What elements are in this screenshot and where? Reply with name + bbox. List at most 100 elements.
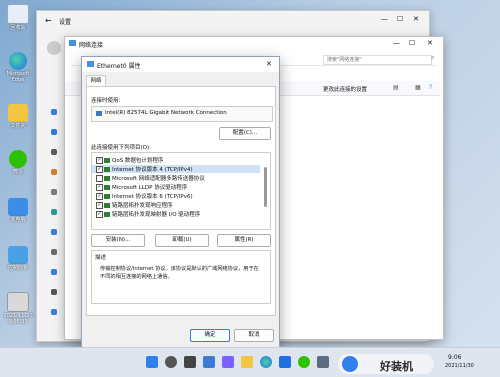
adapter-icon	[96, 111, 102, 116]
image-file-icon	[7, 292, 29, 312]
list-item[interactable]: ✓ Internet 协议版本 4 (TCP/IPv4)	[92, 165, 260, 173]
watermark-logo-icon	[342, 356, 358, 372]
minimize-button[interactable]: —	[381, 15, 388, 23]
sidebar-icon-bluetooth[interactable]	[51, 129, 57, 135]
dialog-close-button[interactable]: ✕	[266, 60, 272, 68]
component-icon	[104, 212, 110, 217]
back-icon[interactable]: ←	[45, 16, 52, 25]
uninstall-button[interactable]: 卸载(U)	[155, 234, 209, 247]
checkbox[interactable]: ✓	[96, 166, 103, 173]
desktop-icon-edge[interactable]: Microsoft Edge	[2, 52, 34, 83]
layout-icon[interactable]: ▦	[415, 84, 421, 91]
sidebar-icon-personalization[interactable]	[51, 169, 57, 175]
connect-using-label: 连接时使用:	[91, 98, 121, 104]
view-options-icon[interactable]: ▤	[393, 84, 399, 91]
ok-button[interactable]: 确定	[190, 329, 230, 342]
computer-icon	[8, 198, 28, 216]
install-button[interactable]: 安装(N)...	[91, 234, 145, 247]
description-group: 描述 传输控制协议/Internet 协议。该协议是默认的广域网络协议，用于在不…	[91, 250, 271, 304]
sidebar-icon-accessibility[interactable]	[51, 269, 57, 275]
adapter-name: Intel(R) 82574L Gigabit Network Connecti…	[105, 110, 227, 116]
chat-icon[interactable]	[222, 356, 234, 368]
component-icon	[104, 158, 110, 163]
sidebar-icon-apps[interactable]	[51, 189, 57, 195]
control-panel-icon	[8, 246, 28, 264]
desktop-icon-recycle-bin[interactable]: 回收站	[2, 4, 34, 31]
watermark-text: 好装机	[380, 360, 413, 373]
list-item[interactable]: ✓ Internet 协议版本 6 (TCP/IPv6)	[92, 192, 260, 200]
edge-icon	[9, 52, 27, 70]
store-icon[interactable]	[279, 356, 291, 368]
components-list: ✓ QoS 数据包计划程序 ✓ Internet 协议版本 4 (TCP/IPv…	[91, 152, 271, 230]
wechat-icon[interactable]	[298, 356, 310, 368]
checkbox[interactable]: ✓	[96, 202, 103, 209]
dialog-title: Ethernet0 属性	[97, 63, 141, 70]
list-item[interactable]: ✓ QoS 数据包计划程序	[92, 156, 260, 164]
close-button[interactable]: ✕	[427, 39, 433, 47]
task-view-icon[interactable]	[184, 356, 196, 368]
desktop-icon-this-pc[interactable]: 此电脑	[2, 198, 34, 223]
checkbox[interactable]: ✓	[96, 184, 103, 191]
checkbox[interactable]	[96, 175, 103, 182]
search-input[interactable]: 搜索"网络连接"	[323, 55, 432, 65]
edge-icon[interactable]	[260, 356, 272, 368]
sidebar-icon-time[interactable]	[51, 229, 57, 235]
checkbox[interactable]: ✓	[96, 157, 103, 164]
sidebar-icon-system[interactable]	[51, 109, 57, 115]
netconn-title: 网络连接	[79, 42, 104, 49]
component-icon	[104, 185, 110, 190]
search-icon[interactable]	[165, 356, 177, 368]
tab-panel: 连接时使用: Intel(R) 82574L Gigabit Network C…	[86, 86, 276, 316]
list-item[interactable]: ✓ 链路层拓扑发现响应程序	[92, 201, 260, 209]
wechat-icon	[9, 150, 27, 168]
description-text: 传输控制协议/Internet 协议。该协议是默认的广域网络协议，用于在不同的相…	[100, 266, 259, 280]
configure-button[interactable]: 配置(C)...	[219, 127, 271, 140]
list-item[interactable]: ✓ Microsoft LLDP 协议驱动程序	[92, 183, 260, 191]
clock-date: 2021/11/30	[445, 363, 474, 369]
file-explorer-icon[interactable]	[241, 356, 253, 368]
sidebar-icon-gaming[interactable]	[51, 249, 57, 255]
adapter-field: Intel(R) 82574L Gigabit Network Connecti…	[91, 106, 273, 122]
description-label: 描述	[95, 255, 107, 261]
desktop-icon-control-panel[interactable]: 控制面板	[2, 246, 34, 271]
component-icon	[104, 194, 110, 199]
watermark: 好装机	[338, 354, 434, 374]
checkbox[interactable]: ✓	[96, 193, 103, 200]
settings-title: 设置	[59, 19, 72, 26]
netconn-titlebar: 网络连接 — ☐ ✕	[65, 37, 441, 51]
desktop-icon-wechat[interactable]: 微信	[2, 150, 34, 175]
desktop-icon-screenshot[interactable]: 2021-11-30 9:06:39	[2, 292, 34, 325]
component-icon	[104, 167, 110, 172]
help-icon[interactable]: ?	[429, 84, 432, 91]
sidebar-icon-network[interactable]	[51, 149, 57, 155]
avatar[interactable]	[47, 41, 61, 55]
change-settings-command[interactable]: 更改此连接的设置	[323, 85, 367, 93]
list-item[interactable]: Microsoft 网络适配器多路传送器协议	[92, 174, 260, 182]
properties-button[interactable]: 属性(R)	[217, 234, 271, 247]
maximize-button[interactable]: ☐	[409, 39, 415, 47]
checkbox[interactable]: ✓	[96, 211, 103, 218]
minimize-button[interactable]: —	[393, 39, 400, 47]
widgets-icon[interactable]	[203, 356, 215, 368]
sidebar-icon-update[interactable]	[51, 309, 57, 315]
cancel-button[interactable]: 取消	[234, 329, 274, 342]
sidebar-icon-accounts[interactable]	[51, 209, 57, 215]
taskbar: 好装机 9:06 2021/11/30	[0, 347, 500, 377]
dialog-titlebar: Ethernet0 属性 ✕	[82, 57, 279, 72]
search-icon[interactable]: ⌕	[431, 54, 434, 62]
control-panel-icon[interactable]	[317, 356, 329, 368]
ethernet-properties-dialog: Ethernet0 属性 ✕ 网络 连接时使用: Intel(R) 82574L…	[81, 56, 280, 348]
clock-time: 9:06	[448, 354, 462, 361]
maximize-button[interactable]: ☐	[397, 15, 403, 23]
items-label: 此连接使用下列项目(O):	[91, 145, 151, 151]
network-icon	[69, 40, 76, 46]
list-scrollbar[interactable]	[264, 167, 267, 207]
start-icon[interactable]	[146, 356, 158, 368]
component-icon	[104, 176, 110, 181]
component-icon	[104, 203, 110, 208]
sidebar-icon-privacy[interactable]	[51, 289, 57, 295]
list-item[interactable]: ✓ 链路层拓扑发现映射器 I/O 驱动程序	[92, 210, 260, 218]
desktop-icon-folder[interactable]: 文件夹	[2, 104, 34, 129]
network-adapter-icon	[87, 61, 94, 67]
close-button[interactable]: ✕	[413, 15, 419, 23]
